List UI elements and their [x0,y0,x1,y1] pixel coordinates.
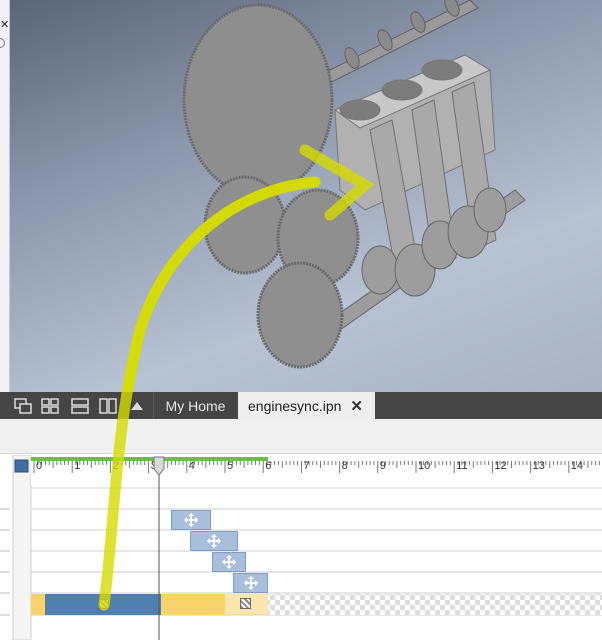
ruler-tick-label: 9 [379,460,386,472]
track-label-column [12,455,32,640]
ruler-tick-label: 6 [265,460,272,472]
arrange-horizontal-icon[interactable] [70,396,90,416]
ruler-tick-label: 10 [418,460,431,472]
summary-bar-yellow[interactable] [161,594,225,615]
caret-up-icon[interactable] [127,396,147,416]
keyframe-handle[interactable] [99,599,109,609]
ruler-tick-label: 13 [532,460,545,472]
ruler-tick-label: 1 [74,460,81,472]
ruler-tick-label: 2 [112,460,119,472]
summary-bar-start[interactable] [31,594,45,615]
ruler-tick-label: 4 [188,460,195,472]
move-icon [184,513,198,527]
panel-ring-icon[interactable] [0,38,5,48]
tab-enginesync-label: enginesync.ipn [248,397,342,414]
action-block-1[interactable] [171,510,211,530]
ruler-tick-label: 12 [494,460,507,472]
ruler-tick-label: 14 [570,460,584,472]
3d-viewport[interactable]: ✕ [0,0,602,392]
ruler-tick-label: 0 [36,460,43,472]
action-block-2[interactable] [190,531,238,551]
move-icon [243,576,258,590]
storyboard-icon [14,459,29,473]
close-tab-icon[interactable]: ✕ [350,397,363,415]
action-block-3[interactable] [212,552,246,572]
arrange-vertical-icon[interactable] [98,396,118,416]
timing-gear [182,3,334,197]
cascade-windows-icon[interactable] [13,396,33,416]
ruler-tick-label: 7 [303,460,310,472]
ruler-tick-label: 8 [341,460,348,472]
tab-enginesync[interactable]: enginesync.ipn ✕ [238,392,375,419]
empty-track-area [268,594,602,615]
timeline-toolbar [0,419,602,454]
row-markers [0,508,10,616]
tab-my-home-label: My Home [165,397,226,414]
panel-close-icon[interactable]: ✕ [0,20,9,31]
playhead[interactable] [152,455,166,640]
side-panel-edge: ✕ [0,0,10,392]
tile-windows-icon[interactable] [40,396,60,416]
tab-my-home[interactable]: My Home [153,392,237,419]
ruler-tick-label: 5 [227,460,234,472]
ruler-tick-label: 11 [456,460,468,472]
document-tab-bar: My Home enginesync.ipn ✕ [0,392,602,419]
move-icon [222,555,236,569]
move-icon [207,534,221,548]
action-block-4[interactable] [233,573,268,593]
engine-model [121,0,526,392]
keyframe-handle-2[interactable] [240,598,251,609]
storyboard-timeline[interactable]: 01234567891011121314 [0,455,602,640]
